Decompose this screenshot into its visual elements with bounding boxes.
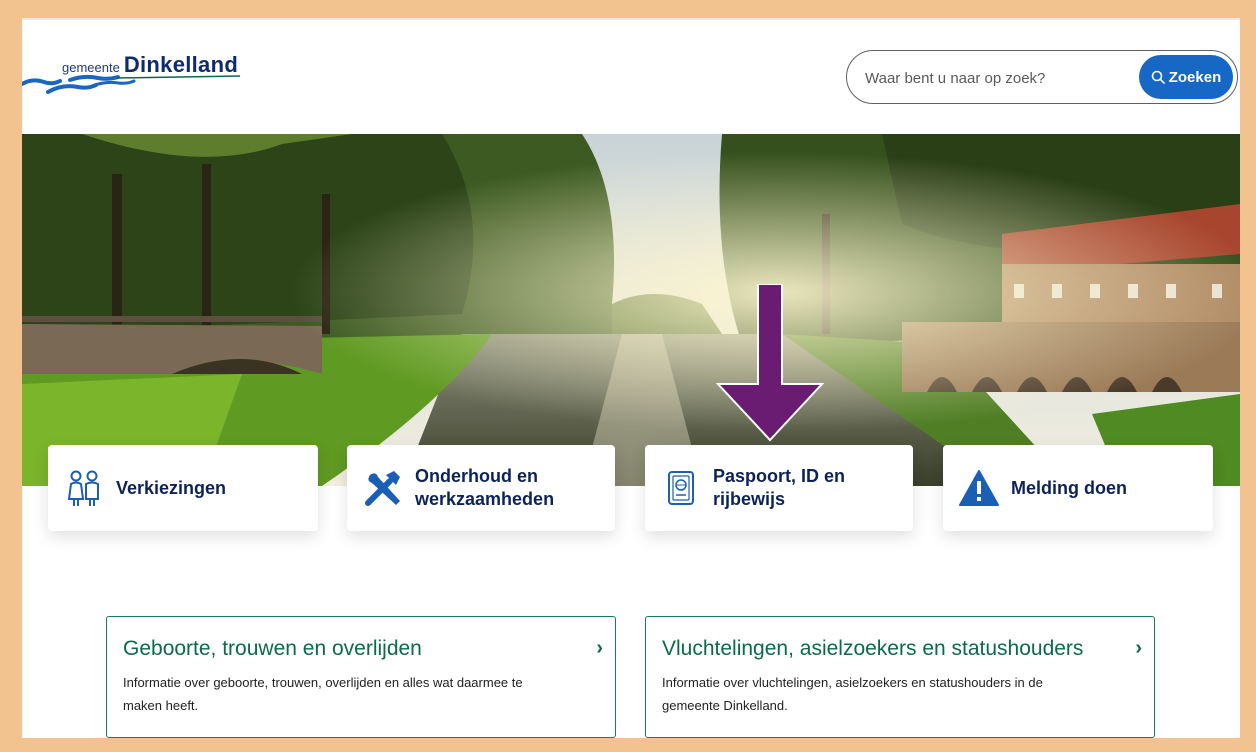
card-title[interactable]: Vluchtelingen, asielzoekers en statushou… — [662, 637, 1138, 661]
card-description-line2: gemeente Dinkelland. — [662, 698, 788, 713]
card-description-line1: Informatie over geboorte, trouwen, overl… — [123, 675, 523, 690]
site-logo[interactable]: gemeente Dinkelland — [22, 46, 262, 106]
card-description: Informatie over geboorte, trouwen, overl… — [123, 671, 599, 717]
card-geboorte[interactable]: Geboorte, trouwen en overlijden › Inform… — [106, 616, 616, 738]
card-description: Informatie over vluchtelingen, asielzoek… — [662, 671, 1138, 717]
tile-onderhoud[interactable]: Onderhoud en werkzaamheden — [347, 445, 615, 531]
tile-label-line2: rijbewijs — [713, 489, 786, 509]
chevron-right-icon: › — [1135, 637, 1142, 659]
logo-waves-icon — [22, 74, 241, 94]
hero-image — [22, 134, 1240, 486]
tile-label-line1: Verkiezingen — [116, 477, 227, 498]
arrow-down-icon — [715, 284, 825, 442]
search-bar: Zoeken — [846, 50, 1238, 104]
page-frame: gemeenteDinkelland Zoeken — [22, 18, 1240, 738]
tile-label: Verkiezingen — [116, 477, 226, 500]
tile-label: Onderhoud en werkzaamheden — [415, 465, 554, 511]
tile-paspoort[interactable]: Paspoort, ID en rijbewijs — [645, 445, 913, 531]
top-divider — [22, 18, 1240, 20]
tools-icon — [361, 466, 405, 510]
tile-label-line2: werkzaamheden — [415, 489, 555, 509]
tile-melding[interactable]: Melding doen — [943, 445, 1213, 531]
search-button-label: Zoeken — [1168, 68, 1222, 86]
search-button[interactable]: Zoeken — [1139, 55, 1233, 99]
card-vluchtelingen[interactable]: Vluchtelingen, asielzoekers en statushou… — [645, 616, 1155, 738]
passport-icon — [659, 466, 703, 510]
warning-icon — [957, 466, 1001, 510]
search-icon — [1151, 70, 1165, 84]
hero-landscape-image — [22, 134, 1240, 486]
chevron-right-icon: › — [596, 637, 603, 659]
tile-verkiezingen[interactable]: Verkiezingen — [48, 445, 318, 531]
tile-label-line1: Onderhoud en — [415, 466, 538, 486]
card-description-line2: maken heeft. — [123, 698, 199, 713]
search-input[interactable] — [863, 65, 1107, 91]
tile-label: Paspoort, ID en rijbewijs — [713, 465, 845, 511]
card-title[interactable]: Geboorte, trouwen en overlijden — [123, 637, 599, 661]
tile-label-line1: Melding doen — [1011, 477, 1127, 498]
tile-label-line1: Paspoort, ID en — [713, 466, 846, 486]
card-description-line1: Informatie over vluchtelingen, asielzoek… — [662, 675, 1043, 690]
tile-label: Melding doen — [1011, 477, 1127, 500]
people-icon — [62, 466, 106, 510]
